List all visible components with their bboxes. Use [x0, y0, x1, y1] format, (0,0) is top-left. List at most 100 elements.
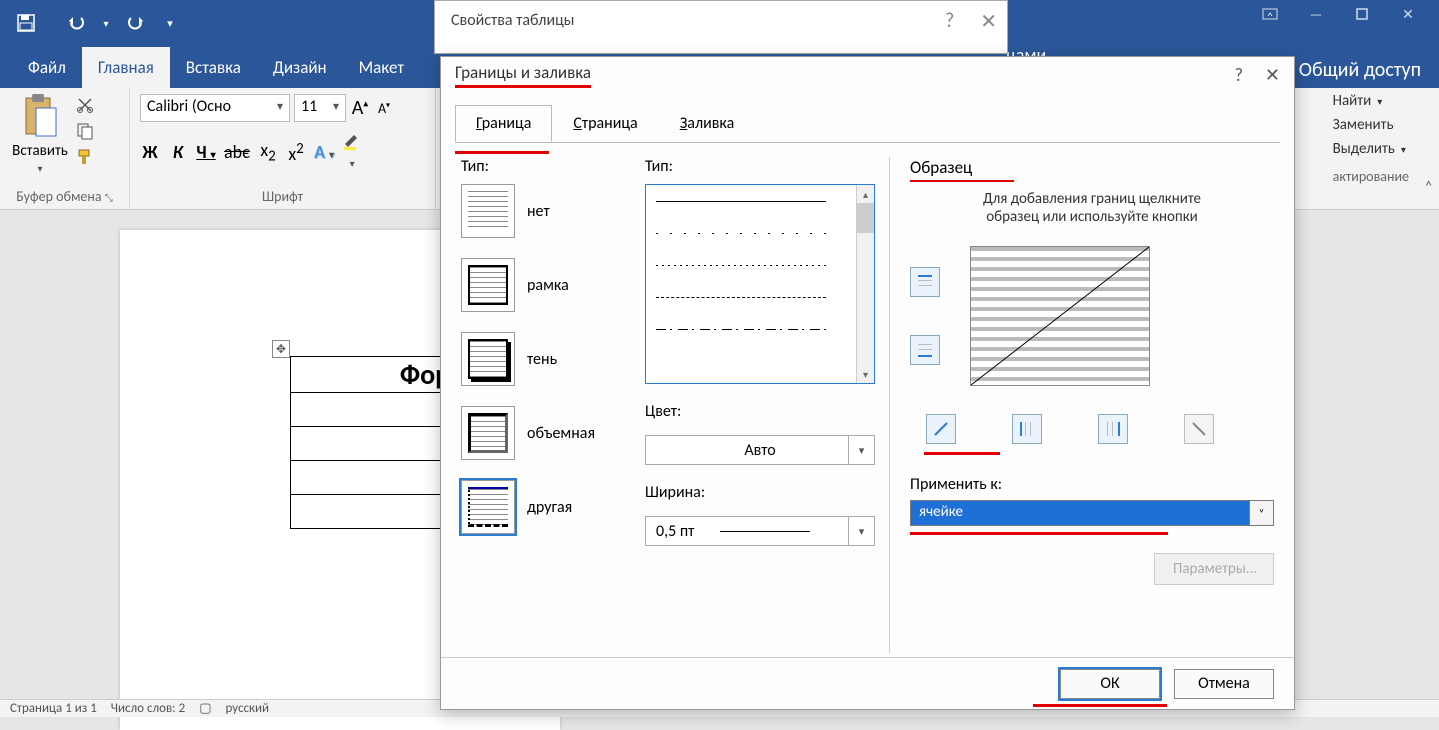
tab-file[interactable]: Файл [12, 47, 82, 88]
save-icon[interactable] [12, 9, 40, 37]
preview-hint: Для добавления границ щелкните образец и… [910, 190, 1274, 226]
status-language[interactable]: русский [226, 701, 270, 716]
border-bottom-button[interactable] [910, 335, 940, 365]
chevron-down-icon[interactable]: ▾ [848, 517, 874, 545]
superscript-button[interactable]: x2 [286, 140, 306, 165]
apply-to-combo[interactable]: ячейке ˅ [910, 500, 1274, 526]
setting-3d[interactable]: объемная [461, 406, 631, 460]
style-dotted-sparse[interactable] [646, 217, 874, 249]
ribbon-display-icon[interactable] [1247, 0, 1293, 28]
border-top-button[interactable] [910, 267, 940, 297]
status-words[interactable]: Число слов: 2 [111, 701, 185, 716]
style-dashed[interactable] [646, 281, 874, 313]
borders-shading-dialog: Границы и заливка ? ✕ Граница Страница З… [440, 56, 1295, 710]
border-left-button[interactable] [1012, 414, 1042, 444]
paste-label: Вставить [12, 142, 68, 160]
undo-icon[interactable] [64, 9, 92, 37]
cancel-button[interactable]: Отмена [1174, 669, 1274, 699]
close-icon[interactable]: ✕ [980, 9, 997, 34]
highlight-icon[interactable]: ▾ [342, 132, 362, 172]
format-painter-icon[interactable] [74, 146, 96, 168]
color-label: Цвет: [645, 402, 875, 421]
style-dotted-dense[interactable] [646, 249, 874, 281]
chevron-down-icon[interactable]: ˅ [1250, 500, 1274, 526]
apply-to-value: ячейке [910, 500, 1250, 526]
width-combo[interactable]: 0,5 пт ▾ [645, 516, 875, 546]
border-diag-down-button[interactable] [1184, 414, 1214, 444]
annotation-line [924, 452, 1000, 455]
collapse-ribbon-icon[interactable]: ˄ [1424, 178, 1433, 197]
font-group-label: Шрифт [140, 186, 425, 207]
copy-icon[interactable] [74, 120, 96, 142]
dialog-close-icon[interactable]: ✕ [1265, 64, 1280, 86]
apply-to-label: Применить к: [910, 475, 1274, 494]
tab-insert[interactable]: Вставка [170, 47, 257, 88]
table-move-handle-icon[interactable]: ✥ [272, 340, 290, 358]
tab-layout[interactable]: Макет [343, 47, 420, 88]
subscript-button[interactable]: x2 [258, 139, 278, 166]
style-dashdot[interactable] [646, 313, 874, 345]
tab-shading[interactable]: Заливка [659, 105, 756, 142]
close-icon[interactable]: ✕ [1385, 0, 1431, 28]
style-solid[interactable] [646, 185, 874, 217]
setting-box[interactable]: рамка [461, 258, 631, 312]
color-combo[interactable]: Авто ▾ [645, 435, 875, 465]
dialog-help-icon[interactable]: ? [1235, 64, 1243, 86]
font-size-combo[interactable]: 11 [294, 94, 346, 122]
dialog-footer: ОК Отмена [441, 657, 1294, 709]
strikethrough-button[interactable]: abє [224, 141, 250, 163]
style-listbox[interactable]: ▴ ▾ [645, 184, 875, 384]
find-button[interactable]: Найти ▾ [1333, 92, 1409, 110]
paste-button[interactable]: Вставить ▾ [10, 94, 70, 175]
annotation-line [910, 180, 1014, 182]
options-button: Параметры... [1154, 553, 1274, 585]
scroll-down-icon[interactable]: ▾ [857, 365, 874, 383]
setting-shadow[interactable]: тень [461, 332, 631, 386]
editing-group-label: актирование [1333, 168, 1409, 185]
tab-home[interactable]: Главная [82, 47, 170, 88]
replace-button[interactable]: Заменить [1333, 116, 1409, 134]
tab-design[interactable]: Дизайн [257, 47, 343, 88]
style-scrollbar[interactable]: ▴ ▾ [856, 185, 874, 383]
font-name-combo[interactable]: Calibri (Осно [140, 94, 290, 122]
width-label: Ширина: [645, 483, 875, 502]
border-right-button[interactable] [1098, 414, 1128, 444]
bold-button[interactable]: Ж [140, 141, 160, 163]
table-properties-dialog: Свойства таблицы ? ✕ [434, 0, 1008, 54]
underline-button[interactable]: Ч ▾ [196, 141, 216, 163]
help-icon[interactable]: ? [945, 9, 954, 34]
dialog-tabs: Граница Страница Заливка [455, 105, 1294, 142]
scroll-up-icon[interactable]: ▴ [857, 185, 874, 203]
redo-icon[interactable] [120, 9, 148, 37]
text-effects-icon[interactable]: A ▾ [314, 141, 334, 163]
minimize-icon[interactable]: — [1293, 0, 1339, 28]
table-properties-title: Свойства таблицы [451, 11, 574, 30]
setting-none[interactable]: нет [461, 184, 631, 238]
undo-dropdown-icon[interactable]: ▾ [100, 9, 112, 37]
maximize-icon[interactable] [1339, 0, 1385, 28]
cut-icon[interactable] [74, 94, 96, 116]
chevron-down-icon[interactable]: ▾ [848, 436, 874, 464]
preview-box[interactable] [970, 246, 1150, 386]
status-proofing-icon[interactable]: ▢ [199, 701, 211, 716]
select-button[interactable]: Выделить ▾ [1333, 140, 1409, 158]
preview-label: Образец [910, 157, 1274, 178]
clipboard-group-label: Буфер обмена ⤡ [10, 186, 119, 207]
shrink-font-icon[interactable]: A▾ [374, 100, 394, 117]
setting-custom[interactable]: другая [461, 480, 631, 534]
tab-border[interactable]: Граница [455, 105, 552, 142]
annotation-line [910, 532, 1168, 535]
editing-group: Найти ▾ Заменить Выделить ▾ актирование [1333, 92, 1409, 185]
qat-customize-icon[interactable]: ▾ [156, 9, 184, 37]
status-page[interactable]: Страница 1 из 1 [10, 701, 97, 716]
dialog-titlebar: Границы и заливка ? ✕ [441, 57, 1294, 93]
tab-page-border[interactable]: Страница [552, 105, 658, 142]
dialog-title: Границы и заливка [455, 62, 591, 88]
share-button[interactable]: Общий доступ [1299, 58, 1421, 88]
ok-button[interactable]: ОК [1060, 669, 1160, 699]
annotation-line [455, 151, 549, 154]
italic-button[interactable]: К [168, 141, 188, 163]
border-diag-up-button[interactable] [926, 414, 956, 444]
grow-font-icon[interactable]: A▴ [350, 96, 370, 120]
annotation-line [1033, 704, 1167, 707]
